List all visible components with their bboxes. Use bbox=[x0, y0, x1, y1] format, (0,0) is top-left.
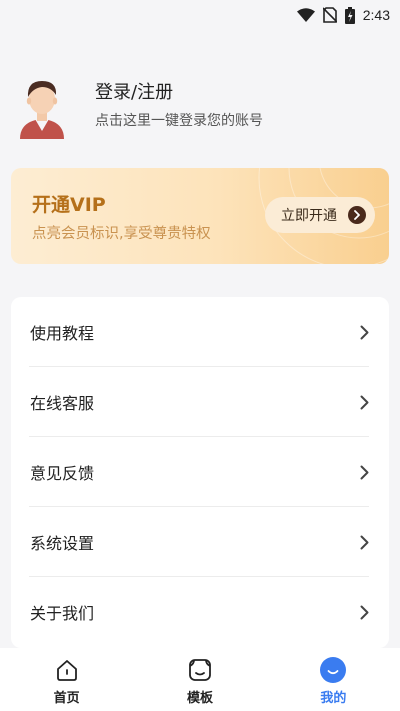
template-icon bbox=[187, 657, 213, 683]
menu-item-about[interactable]: 关于我们 bbox=[11, 577, 389, 647]
chevron-right-icon bbox=[360, 465, 369, 480]
bottom-tab-bar: 首页 模板 我的 bbox=[0, 648, 400, 711]
tab-label: 模板 bbox=[186, 691, 213, 706]
menu-item-label: 使用教程 bbox=[30, 324, 95, 343]
chevron-right-icon bbox=[360, 605, 369, 620]
login-row[interactable]: 登录/注册 点击这里一键登录您的账号 bbox=[17, 75, 383, 141]
chevron-right-icon bbox=[360, 395, 369, 410]
menu-item-settings[interactable]: 系统设置 bbox=[11, 507, 389, 577]
tab-label: 首页 bbox=[53, 691, 80, 706]
status-time: 2:43 bbox=[362, 7, 390, 23]
chevron-right-icon bbox=[360, 325, 369, 340]
home-icon bbox=[54, 657, 80, 683]
vip-subtitle: 点亮会员标识,享受尊贵特权 bbox=[32, 226, 211, 242]
tab-label: 我的 bbox=[320, 691, 347, 706]
no-sim-icon bbox=[322, 7, 337, 23]
menu-item-online-support[interactable]: 在线客服 bbox=[11, 367, 389, 437]
wifi-icon bbox=[296, 8, 315, 22]
menu-item-feedback[interactable]: 意见反馈 bbox=[11, 437, 389, 507]
menu-item-label: 在线客服 bbox=[30, 394, 95, 413]
activate-vip-button[interactable]: 立即开通 bbox=[265, 197, 375, 233]
login-title[interactable]: 登录/注册 bbox=[95, 81, 263, 105]
tab-mine[interactable]: 我的 bbox=[267, 648, 400, 711]
tab-home[interactable]: 首页 bbox=[0, 648, 133, 711]
menu-list: 使用教程 在线客服 意见反馈 系统设置 关于我们 bbox=[11, 297, 389, 648]
vip-card[interactable]: 开通VIP 点亮会员标识,享受尊贵特权 立即开通 bbox=[11, 168, 389, 264]
menu-item-label: 关于我们 bbox=[30, 604, 95, 623]
battery-charging-icon bbox=[344, 6, 355, 24]
chevron-right-icon bbox=[348, 206, 366, 224]
status-bar: 2:43 bbox=[0, 0, 400, 30]
chevron-right-icon bbox=[360, 535, 369, 550]
menu-item-label: 意见反馈 bbox=[30, 464, 95, 483]
vip-title: 开通VIP bbox=[32, 194, 106, 216]
menu-item-tutorial[interactable]: 使用教程 bbox=[11, 297, 389, 367]
tab-templates[interactable]: 模板 bbox=[133, 648, 266, 711]
login-subtitle: 点击这里一键登录您的账号 bbox=[95, 113, 263, 129]
profile-smile-icon bbox=[320, 657, 347, 683]
menu-item-label: 系统设置 bbox=[30, 534, 95, 553]
activate-vip-label: 立即开通 bbox=[281, 208, 337, 224]
avatar bbox=[17, 77, 67, 139]
